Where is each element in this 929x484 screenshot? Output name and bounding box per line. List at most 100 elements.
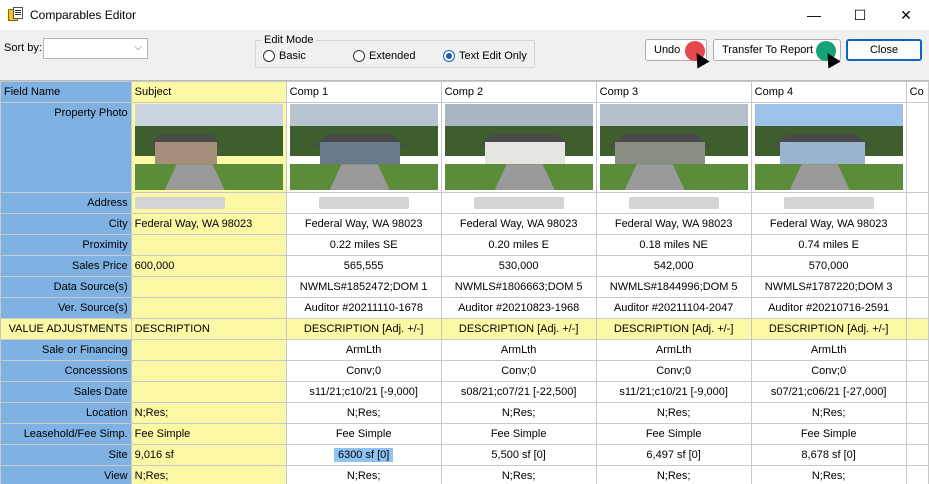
comp-cell[interactable]: DESCRIPTION [Adj. +/-] — [750, 318, 907, 340]
comp-cell[interactable]: s11/21;c10/21 [-9,000] — [285, 381, 442, 403]
comp-cell[interactable]: N;Res; — [750, 465, 907, 484]
comp-cell[interactable]: 570,000 — [750, 255, 907, 277]
comp-cell[interactable] — [750, 102, 907, 193]
comp-cell[interactable] — [905, 423, 929, 445]
comp-cell[interactable] — [905, 234, 929, 256]
column-header[interactable]: Comp 4 — [750, 81, 907, 103]
comp-cell[interactable]: 530,000 — [440, 255, 597, 277]
comp-cell[interactable]: 0.74 miles E — [750, 234, 907, 256]
comp-cell[interactable]: Fee Simple — [595, 423, 752, 445]
close-button[interactable]: Close — [846, 39, 922, 61]
subject-cell[interactable] — [130, 192, 287, 214]
comp-cell[interactable]: 6300 sf [0] — [285, 444, 442, 466]
comp-cell[interactable]: 0.22 miles SE — [285, 234, 442, 256]
comp-cell[interactable] — [905, 444, 929, 466]
column-header[interactable]: Subject — [130, 81, 287, 103]
comp-cell[interactable]: ArmLth — [750, 339, 907, 361]
subject-cell[interactable] — [130, 234, 287, 256]
comp-cell[interactable]: Federal Way, WA 98023 — [440, 213, 597, 235]
comp-cell[interactable]: Auditor #20210716-2591 — [750, 297, 907, 319]
comp-cell[interactable] — [905, 297, 929, 319]
subject-cell[interactable]: Fee Simple — [130, 423, 287, 445]
comp-cell[interactable]: N;Res; — [595, 465, 752, 484]
comp-cell[interactable] — [905, 381, 929, 403]
comp-cell[interactable]: DESCRIPTION [Adj. +/-] — [595, 318, 752, 340]
comp-cell[interactable]: Fee Simple — [750, 423, 907, 445]
subject-cell[interactable]: Federal Way, WA 98023 — [130, 213, 287, 235]
comp-cell[interactable]: s07/21;c06/21 [-27,000] — [750, 381, 907, 403]
mode-extended-radio[interactable]: Extended — [353, 50, 415, 62]
comp-cell[interactable] — [285, 192, 442, 214]
comp-cell[interactable]: N;Res; — [440, 402, 597, 424]
comp-cell[interactable]: Federal Way, WA 98023 — [285, 213, 442, 235]
comp-cell[interactable]: NWMLS#1844996;DOM 5 — [595, 276, 752, 298]
comp-cell[interactable]: Conv;0 — [285, 360, 442, 382]
comp-cell[interactable]: N;Res; — [595, 402, 752, 424]
comp-cell[interactable]: s08/21;c07/21 [-22,500] — [440, 381, 597, 403]
comp-cell[interactable] — [440, 192, 597, 214]
comp-cell[interactable]: Fee Simple — [285, 423, 442, 445]
comp-cell[interactable]: Fee Simple — [440, 423, 597, 445]
comp-cell[interactable]: 6,497 sf [0] — [595, 444, 752, 466]
comp-cell[interactable]: NWMLS#1787220;DOM 3 — [750, 276, 907, 298]
comp-cell[interactable]: 5,500 sf [0] — [440, 444, 597, 466]
comp-cell[interactable]: 0.18 miles NE — [595, 234, 752, 256]
comp-cell[interactable] — [905, 276, 929, 298]
comp-cell[interactable]: 542,000 — [595, 255, 752, 277]
comp-cell[interactable]: Auditor #20211104-2047 — [595, 297, 752, 319]
comp-cell[interactable] — [595, 192, 752, 214]
comp-cell[interactable]: N;Res; — [440, 465, 597, 484]
comp-cell[interactable]: Federal Way, WA 98023 — [750, 213, 907, 235]
subject-cell[interactable] — [130, 276, 287, 298]
maximize-icon[interactable]: ☐ — [837, 0, 883, 30]
comp-cell[interactable]: N;Res; — [285, 402, 442, 424]
comp-cell[interactable] — [905, 402, 929, 424]
comp-cell[interactable] — [905, 339, 929, 361]
comp-cell[interactable]: NWMLS#1806663;DOM 5 — [440, 276, 597, 298]
comp-cell[interactable]: N;Res; — [750, 402, 907, 424]
comp-cell[interactable]: N;Res; — [285, 465, 442, 484]
comp-cell[interactable]: ArmLth — [285, 339, 442, 361]
close-icon[interactable]: ✕ — [883, 0, 929, 30]
comp-cell[interactable]: NWMLS#1852472;DOM 1 — [285, 276, 442, 298]
comp-cell[interactable] — [595, 102, 752, 193]
comp-cell[interactable]: Conv;0 — [440, 360, 597, 382]
subject-cell[interactable] — [130, 339, 287, 361]
column-header[interactable]: Comp 2 — [440, 81, 597, 103]
comp-cell[interactable]: s11/21;c10/21 [-9,000] — [595, 381, 752, 403]
comp-cell[interactable] — [905, 360, 929, 382]
comp-cell[interactable]: 8,678 sf [0] — [750, 444, 907, 466]
mode-basic-radio[interactable]: Basic — [263, 50, 306, 62]
subject-cell[interactable]: DESCRIPTION — [130, 318, 287, 340]
subject-cell[interactable] — [130, 297, 287, 319]
minimize-icon[interactable]: — — [791, 0, 837, 30]
comp-cell[interactable]: Conv;0 — [595, 360, 752, 382]
comp-cell[interactable]: Conv;0 — [750, 360, 907, 382]
subject-cell[interactable] — [130, 381, 287, 403]
column-header[interactable]: Co — [905, 81, 929, 103]
comp-cell[interactable] — [285, 102, 442, 193]
comp-cell[interactable] — [750, 192, 907, 214]
column-header[interactable]: Comp 1 — [285, 81, 442, 103]
subject-cell[interactable] — [130, 360, 287, 382]
comp-cell[interactable] — [905, 318, 929, 340]
comp-cell[interactable] — [905, 213, 929, 235]
comp-cell[interactable] — [905, 465, 929, 484]
comp-cell[interactable]: ArmLth — [595, 339, 752, 361]
comp-cell[interactable]: ArmLth — [440, 339, 597, 361]
comp-cell[interactable]: DESCRIPTION [Adj. +/-] — [440, 318, 597, 340]
comp-cell[interactable]: Auditor #20211110-1678 — [285, 297, 442, 319]
subject-cell[interactable]: N;Res; — [130, 465, 287, 484]
mode-text-edit-only-radio[interactable]: Text Edit Only — [443, 50, 527, 62]
comp-cell[interactable] — [905, 102, 929, 193]
comp-cell[interactable]: Auditor #20210823-1968 — [440, 297, 597, 319]
sort-select[interactable]: ⌵ — [43, 38, 148, 59]
subject-cell[interactable]: N;Res; — [130, 402, 287, 424]
comp-cell[interactable] — [905, 255, 929, 277]
comp-cell[interactable]: DESCRIPTION [Adj. +/-] — [285, 318, 442, 340]
comp-cell[interactable]: Federal Way, WA 98023 — [595, 213, 752, 235]
column-header[interactable]: Field Name — [0, 81, 132, 103]
column-header[interactable]: Comp 3 — [595, 81, 752, 103]
comp-cell[interactable]: 565,555 — [285, 255, 442, 277]
comp-cell[interactable]: 0.20 miles E — [440, 234, 597, 256]
